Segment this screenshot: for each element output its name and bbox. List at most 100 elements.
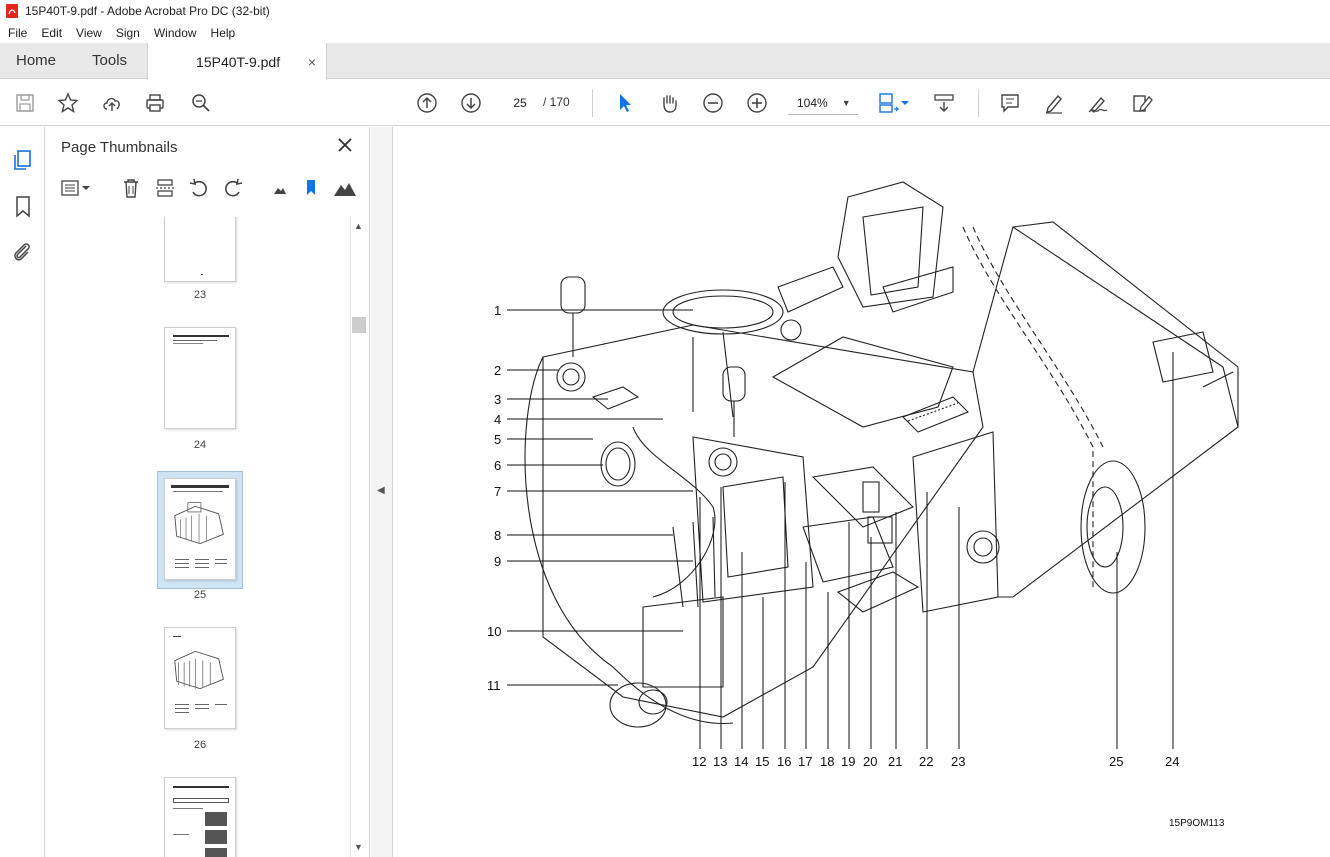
thumbnail-label: 24 xyxy=(193,439,207,451)
page-thumbnails-icon[interactable] xyxy=(11,148,35,172)
chevron-down-icon: ▼ xyxy=(841,97,851,108)
callout-label: 1 xyxy=(494,303,502,318)
thumbnail-list: 23 24 25 26 xyxy=(46,217,350,857)
page-number-input[interactable]: 25 xyxy=(502,91,538,115)
save-icon[interactable] xyxy=(12,90,38,116)
menu-help[interactable]: Help xyxy=(204,26,243,40)
callout-label: 15 xyxy=(755,754,770,769)
document-view[interactable]: 1 2 3 4 5 6 7 8 9 10 11 12 13 14 15 16 1… xyxy=(393,127,1330,857)
callout-label: 5 xyxy=(494,432,502,447)
toolbar-divider xyxy=(592,89,593,117)
thumbnail-scrollbar[interactable]: ▲ ▼ xyxy=(350,217,366,857)
pane-title: Page Thumbnails xyxy=(61,139,178,156)
bookmark-marker-icon[interactable] xyxy=(300,177,322,199)
scroll-up-arrow-icon[interactable]: ▲ xyxy=(354,221,363,231)
select-cursor-icon[interactable] xyxy=(612,90,638,116)
comment-icon[interactable] xyxy=(997,90,1023,116)
thumbnail-page-26[interactable] xyxy=(164,627,236,729)
close-tab-icon[interactable]: × xyxy=(308,54,316,70)
callout-label: 6 xyxy=(494,458,502,473)
thumbnail-page-25[interactable] xyxy=(164,478,236,580)
callout-label: 9 xyxy=(494,554,502,569)
callout-label: 24 xyxy=(1165,754,1180,769)
toolbar-divider xyxy=(978,89,979,117)
callout-label: 4 xyxy=(494,412,502,427)
zoom-in-icon[interactable] xyxy=(744,90,770,116)
callout-label: 18 xyxy=(820,754,835,769)
callout-label: 25 xyxy=(1109,754,1124,769)
left-rail xyxy=(0,127,45,857)
acrobat-icon xyxy=(6,4,18,18)
fit-dropdown-chevron-icon[interactable] xyxy=(898,90,912,116)
print-icon[interactable] xyxy=(142,90,168,116)
scroll-mode-icon[interactable] xyxy=(931,90,957,116)
thumbnail-label: 26 xyxy=(193,739,207,751)
larger-thumbnails-icon[interactable] xyxy=(332,177,358,199)
extract-pages-icon[interactable] xyxy=(154,177,176,199)
page-thumbnails-pane: Page Thumbnails 23 24 25 26 ▲ ▼ xyxy=(46,127,370,857)
rotate-counterclockwise-icon[interactable] xyxy=(188,177,210,199)
menu-edit[interactable]: Edit xyxy=(34,26,69,40)
menu-window[interactable]: Window xyxy=(147,26,204,40)
window-title: 15P40T-9.pdf - Adobe Acrobat Pro DC (32-… xyxy=(25,4,270,18)
zoom-value: 104% xyxy=(797,95,828,110)
callout-label: 10 xyxy=(487,624,502,639)
collapse-pane-arrow-icon[interactable]: ◀ xyxy=(377,485,385,496)
callout-label: 17 xyxy=(798,754,813,769)
menu-bar: File Edit View Sign Window Help xyxy=(0,22,1330,43)
edit-pdf-icon[interactable] xyxy=(1129,90,1155,116)
previous-page-icon[interactable] xyxy=(414,90,440,116)
thumbnail-toolbar xyxy=(46,175,370,203)
forklift-diagram xyxy=(507,181,1239,749)
bookmark-star-icon[interactable] xyxy=(55,90,81,116)
callout-label: 20 xyxy=(863,754,878,769)
rotate-clockwise-icon[interactable] xyxy=(222,177,244,199)
pane-splitter[interactable]: ◀ xyxy=(371,127,393,857)
callout-label: 19 xyxy=(841,754,856,769)
callout-label: 14 xyxy=(734,754,749,769)
thumbnail-page-27[interactable] xyxy=(164,777,236,857)
menu-view[interactable]: View xyxy=(69,26,109,40)
hand-tool-icon[interactable] xyxy=(656,90,682,116)
thumbnail-page-24[interactable] xyxy=(164,327,236,429)
upload-cloud-icon[interactable] xyxy=(99,90,125,116)
zoom-search-icon[interactable] xyxy=(188,90,214,116)
thumbnail-label: 25 xyxy=(193,589,207,601)
highlight-pen-icon[interactable] xyxy=(1041,90,1067,116)
toolbar: 25 / 170 104% ▼ xyxy=(0,80,1330,126)
menu-sign[interactable]: Sign xyxy=(109,26,147,40)
callout-label: 11 xyxy=(487,678,501,693)
scrollbar-thumb[interactable] xyxy=(352,317,366,333)
tab-document[interactable]: 15P40T-9.pdf × xyxy=(147,43,328,80)
tab-tools[interactable]: Tools xyxy=(78,43,141,78)
fill-sign-icon[interactable] xyxy=(1085,90,1111,116)
thumbnail-page-23[interactable] xyxy=(164,217,236,282)
callout-label: 13 xyxy=(713,754,728,769)
callout-label: 8 xyxy=(494,528,502,543)
zoom-dropdown[interactable]: 104% ▼ xyxy=(788,91,858,115)
callout-label: 12 xyxy=(692,754,707,769)
close-icon[interactable] xyxy=(336,136,354,154)
figure-code: 15P9OM113 xyxy=(1169,818,1225,829)
attachments-paperclip-icon[interactable] xyxy=(11,240,35,264)
smaller-thumbnails-icon[interactable] xyxy=(269,177,291,199)
bookmarks-icon[interactable] xyxy=(11,195,35,219)
tab-bar: Home Tools 15P40T-9.pdf × xyxy=(0,43,1330,80)
zoom-out-icon[interactable] xyxy=(700,90,726,116)
next-page-icon[interactable] xyxy=(458,90,484,116)
page-total: / 170 xyxy=(543,95,570,109)
menu-file[interactable]: File xyxy=(0,26,34,40)
callout-label: 2 xyxy=(494,363,502,378)
callout-label: 21 xyxy=(888,754,903,769)
callout-label: 22 xyxy=(919,754,934,769)
scroll-down-arrow-icon[interactable]: ▼ xyxy=(354,842,363,852)
tab-home[interactable]: Home xyxy=(0,43,78,78)
options-menu-icon[interactable] xyxy=(60,177,92,199)
thumbnail-label: 23 xyxy=(193,289,207,301)
title-bar: 15P40T-9.pdf - Adobe Acrobat Pro DC (32-… xyxy=(0,0,1330,22)
callout-label: 3 xyxy=(494,392,502,407)
callout-label: 23 xyxy=(951,754,966,769)
delete-trash-icon[interactable] xyxy=(120,177,142,199)
document-tab-label: 15P40T-9.pdf xyxy=(196,53,281,70)
callout-label: 7 xyxy=(494,484,502,499)
